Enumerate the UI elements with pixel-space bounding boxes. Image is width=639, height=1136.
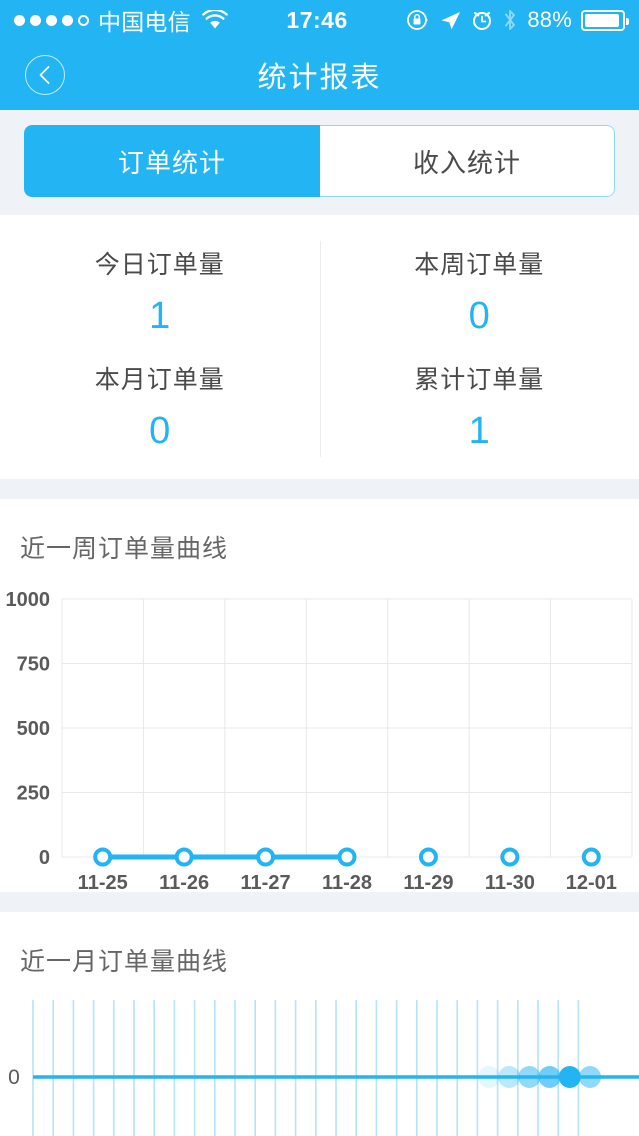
- tab-order-stats-label: 订单统计: [117, 147, 226, 178]
- stat-total-orders-label: 累计订单量: [414, 366, 545, 394]
- week-chart-title: 近一周订单量曲线: [20, 535, 229, 563]
- month-chart-point[interactable]: [558, 1066, 581, 1088]
- status-bar-right: 88%: [406, 7, 629, 33]
- tabs-container: 订单统计 收入统计: [0, 110, 639, 215]
- week-chart-point[interactable]: [174, 847, 194, 867]
- stat-total-orders: 累计订单量 1: [320, 348, 639, 463]
- week-chart-point[interactable]: [581, 847, 601, 867]
- week-chart-point[interactable]: [256, 847, 276, 867]
- back-button[interactable]: [25, 55, 65, 95]
- page-title: 统计报表: [257, 62, 382, 94]
- week-chart-point[interactable]: [93, 847, 113, 867]
- stat-today-orders-value: 1: [149, 295, 171, 337]
- week-chart-point[interactable]: [337, 847, 357, 867]
- week-chart-body[interactable]: 0 250 500 750 1000 11-25 11-26 11-27 11-28 11-29 1…: [0, 587, 639, 892]
- month-chart-title: 近一月订单量曲线: [20, 948, 229, 976]
- tab-order-stats[interactable]: 订单统计: [24, 125, 320, 197]
- stat-week-orders: 本周订单量 0: [320, 233, 639, 348]
- section-gap-2: [0, 892, 639, 912]
- week-chart-xtick-label: 12-01: [566, 872, 617, 892]
- stats-summary-card: 今日订单量 1 本周订单量 0 本月订单量 0 累计订单量 1: [0, 215, 639, 479]
- month-line-chart[interactable]: 0: [0, 1000, 639, 1136]
- rotation-lock-icon: [406, 8, 430, 32]
- month-chart-card: 近一月订单量曲线 0: [0, 912, 639, 1136]
- location-arrow-icon: [439, 9, 462, 32]
- signal-dots-icon: [14, 14, 89, 26]
- week-chart-xtick-label: 11-27: [241, 872, 291, 892]
- stat-month-orders: 本月订单量 0: [0, 348, 320, 463]
- navigation-bar: 统计报表: [0, 40, 639, 110]
- week-chart-point[interactable]: [500, 847, 520, 867]
- week-chart-ytick-label: 500: [17, 718, 50, 740]
- status-bar-left: 中国电信: [14, 3, 228, 37]
- bluetooth-icon: [502, 8, 518, 32]
- week-chart-xtick-label: 11-30: [485, 872, 535, 892]
- segmented-control: 订单统计 收入统计: [24, 125, 615, 197]
- stat-week-orders-label: 本周订单量: [414, 251, 545, 279]
- chevron-left-icon: [35, 64, 55, 86]
- week-chart-point[interactable]: [418, 847, 438, 867]
- week-chart-xtick-label: 11-26: [159, 872, 209, 892]
- alarm-clock-icon: [471, 9, 493, 31]
- tab-income-stats[interactable]: 收入统计: [320, 125, 615, 197]
- week-chart-ytick-label: 1000: [6, 589, 51, 611]
- week-chart-xtick-label: 11-29: [403, 872, 453, 892]
- month-chart-body[interactable]: 0: [0, 1000, 639, 1136]
- month-chart-ytick-label: 0: [8, 1066, 20, 1089]
- stat-month-orders-value: 0: [149, 410, 171, 452]
- month-chart-point[interactable]: [498, 1066, 521, 1088]
- week-chart-xtick-label: 11-28: [322, 872, 372, 892]
- status-bar: 中国电信 17:46 88%: [0, 0, 639, 40]
- battery-percent-label: 88%: [527, 7, 572, 32]
- section-gap: [0, 479, 639, 499]
- week-chart-card: 近一周订单量曲线 0 250 500 750 1000 11-25 11-26 11-27 11…: [0, 499, 639, 892]
- app-screen: 中国电信 17:46 88% 统计报表 订单统计 收入统计 今日订单量 1 本周…: [0, 0, 639, 1136]
- clock-label: 17:46: [286, 6, 348, 33]
- stat-month-orders-label: 本月订单量: [94, 366, 225, 394]
- wifi-icon: [202, 10, 228, 30]
- stats-vertical-divider: [319, 241, 321, 457]
- stat-today-orders-label: 今日订单量: [94, 251, 225, 279]
- week-chart-ytick-label: 750: [17, 654, 50, 676]
- carrier-label: 中国电信: [98, 9, 191, 35]
- stat-total-orders-value: 1: [468, 410, 490, 452]
- week-chart-xtick-label: 11-25: [78, 872, 128, 892]
- week-chart-ytick-label: 250: [17, 783, 50, 805]
- stat-week-orders-value: 0: [468, 295, 490, 337]
- month-chart-point[interactable]: [478, 1066, 500, 1088]
- month-chart-point[interactable]: [518, 1066, 541, 1088]
- month-chart-point[interactable]: [538, 1066, 561, 1088]
- stat-today-orders: 今日订单量 1: [0, 233, 320, 348]
- week-line-chart[interactable]: 0 250 500 750 1000 11-25 11-26 11-27 11-28 11-29 1…: [0, 587, 639, 892]
- tab-income-stats-label: 收入统计: [412, 147, 521, 178]
- week-chart-ytick-label: 0: [39, 847, 50, 869]
- battery-icon: [581, 9, 629, 31]
- month-chart-point[interactable]: [579, 1066, 601, 1088]
